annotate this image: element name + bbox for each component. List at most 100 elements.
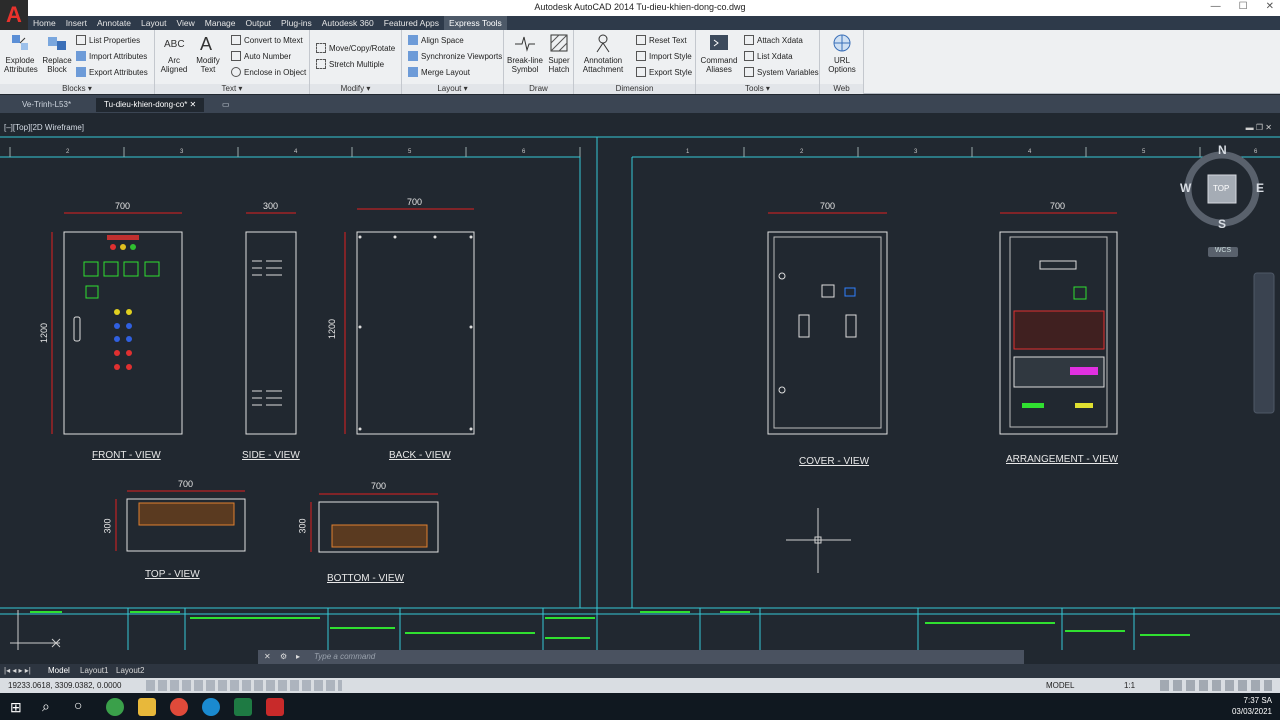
menu-tab-insert[interactable]: Insert <box>61 16 92 30</box>
taskbar-app-icon[interactable] <box>106 698 124 716</box>
command-line[interactable]: ✕ ⚙ ▸ Type a command <box>258 650 1024 664</box>
import-attributes-button[interactable]: Import Attributes <box>76 51 147 61</box>
doc-tab-label: Tu-dieu-khien-dong-co* <box>104 100 188 109</box>
compass-south[interactable]: S <box>1218 217 1226 231</box>
layout-tab-layout2[interactable]: Layout2 <box>116 666 144 675</box>
model-space-toggle[interactable]: MODEL <box>1046 681 1074 690</box>
layout-tab-layout1[interactable]: Layout1 <box>80 666 108 675</box>
stretch-label: Stretch Multiple <box>329 59 385 69</box>
enclose-object-button[interactable]: Enclose in Object <box>231 67 306 77</box>
bottom-view-label: BOTTOM - VIEW <box>327 573 405 584</box>
chrome-icon[interactable] <box>170 698 188 716</box>
panel-label-layout[interactable]: Layout ▾ <box>402 84 503 94</box>
svg-text:A: A <box>200 34 212 54</box>
break-line-symbol-button[interactable]: Break-line Symbol <box>506 32 544 74</box>
file-explorer-icon[interactable] <box>138 698 156 716</box>
panel-text: ABC Arc Aligned A Modify Text Convert to… <box>155 30 310 94</box>
menu-tab-featured-apps[interactable]: Featured Apps <box>379 16 444 30</box>
list-xdata-button[interactable]: List Xdata <box>744 51 793 61</box>
menu-tab-layout[interactable]: Layout <box>136 16 172 30</box>
explode-attributes-button[interactable]: Explode Attributes <box>4 32 38 74</box>
wcs-menu[interactable]: WCS <box>1208 247 1238 257</box>
move-copy-rotate-button[interactable]: Move/Copy/Rotate <box>316 43 395 53</box>
auto-number-button[interactable]: Auto Number <box>231 51 291 61</box>
task-view-icon[interactable]: ○ <box>74 697 82 713</box>
reset-text-button[interactable]: Reset Text <box>636 35 687 45</box>
viewcube-top-face[interactable]: TOP <box>1213 184 1229 193</box>
autocad-taskbar-icon[interactable] <box>266 698 284 716</box>
close-icon[interactable]: ✕ <box>1266 1 1274 12</box>
modify-text-button[interactable]: A Modify Text <box>193 32 223 74</box>
annotation-attachment-button[interactable]: Annotation Attachment <box>578 32 628 74</box>
drafting-toggles[interactable] <box>146 680 342 691</box>
dim-back-width: 700 <box>407 197 423 207</box>
convert-mtext-button[interactable]: Convert to Mtext <box>231 35 303 45</box>
align-space-button[interactable]: Align Space <box>408 35 464 45</box>
panel-label-tools[interactable]: Tools ▾ <box>696 84 819 94</box>
export-attributes-button[interactable]: Export Attributes <box>76 67 148 77</box>
system-variables-icon <box>744 67 754 77</box>
url-options-button[interactable]: URL Options <box>824 32 860 74</box>
close-tab-icon[interactable]: ✕ <box>190 100 197 109</box>
windows-start-icon[interactable]: ⊞ <box>10 699 22 716</box>
merge-layout-button[interactable]: Merge Layout <box>408 67 470 77</box>
export-icon <box>76 67 86 77</box>
super-hatch-label: Super Hatch <box>548 56 570 74</box>
bing-icon[interactable] <box>202 698 220 716</box>
arc-aligned-button[interactable]: ABC Arc Aligned <box>157 32 191 74</box>
minimize-icon[interactable]: — <box>1211 1 1221 12</box>
doc-tab-tu-dieu-khien[interactable]: Tu-dieu-khien-dong-co* ✕ <box>96 98 205 112</box>
menu-tab-annotate[interactable]: Annotate <box>92 16 136 30</box>
wrench-icon[interactable]: ⚙ <box>280 652 287 661</box>
maximize-icon[interactable]: ☐ <box>1239 1 1248 12</box>
attach-xdata-button[interactable]: Attach Xdata <box>744 35 803 45</box>
list-properties-label: List Properties <box>89 35 141 45</box>
dim-cover-width: 700 <box>820 201 836 211</box>
menu-tab-output[interactable]: Output <box>241 16 277 30</box>
autocad-logo-icon[interactable]: A <box>0 0 28 30</box>
import-style-icon <box>636 51 646 61</box>
doc-tab-ve-trinh[interactable]: Ve-Trinh-L53* <box>14 98 79 112</box>
status-tray-icons[interactable] <box>1160 680 1272 691</box>
compass-west[interactable]: W <box>1180 181 1191 195</box>
explode-label: Explode Attributes <box>4 56 38 74</box>
excel-icon[interactable] <box>234 698 252 716</box>
panel-label-text[interactable]: Text ▾ <box>155 84 309 94</box>
merge-layout-label: Merge Layout <box>421 67 470 77</box>
system-variables-button[interactable]: System Variables <box>744 67 819 77</box>
list-properties-button[interactable]: List Properties <box>76 35 140 45</box>
new-tab-button[interactable]: ▭ <box>214 98 238 112</box>
sync-viewports-button[interactable]: Synchronize Viewports <box>408 51 502 61</box>
import-style-button[interactable]: Import Style <box>636 51 692 61</box>
replace-block-button[interactable]: Replace Block <box>40 32 74 74</box>
attach-xdata-icon <box>744 35 754 45</box>
export-style-button[interactable]: Export Style <box>636 67 692 77</box>
attach-xdata-label: Attach Xdata <box>757 35 803 45</box>
panel-label-blocks[interactable]: Blocks ▾ <box>0 84 154 94</box>
coordinates-readout[interactable]: 19233.0618, 3309.0382, 0.0000 <box>8 681 121 690</box>
menu-tab-view[interactable]: View <box>172 16 200 30</box>
compass-north[interactable]: N <box>1218 143 1227 157</box>
menu-tab-express-tools[interactable]: Express Tools <box>444 16 507 30</box>
menu-tab-manage[interactable]: Manage <box>200 16 241 30</box>
menu-tab-home[interactable]: Home <box>28 16 61 30</box>
system-tray-clock[interactable]: 7:37 SA 03/03/2021 <box>1232 695 1272 717</box>
compass-east[interactable]: E <box>1256 181 1264 195</box>
command-input[interactable]: Type a command <box>314 652 375 661</box>
panel-dimension: Annotation Attachment Reset Text Import … <box>574 30 696 94</box>
compass-letters[interactable]: N S W E TOP <box>1176 143 1270 237</box>
layout-tab-model[interactable]: Model <box>48 666 70 675</box>
panel-label-modify[interactable]: Modify ▾ <box>310 84 401 94</box>
annotation-scale[interactable]: 1:1 <box>1124 681 1135 690</box>
command-aliases-button[interactable]: Command Aliases <box>698 32 740 74</box>
list-xdata-label: List Xdata <box>757 51 793 61</box>
search-icon[interactable]: ⌕ <box>42 698 50 715</box>
drawing-canvas[interactable]: [–][Top][2D Wireframe] ▬ ❐ ✕ 2 3 4 5 6 1… <box>0 113 1280 650</box>
menu-tab-autodesk-360[interactable]: Autodesk 360 <box>317 16 379 30</box>
stretch-multiple-button[interactable]: Stretch Multiple <box>316 59 384 69</box>
menu-tab-plug-ins[interactable]: Plug-ins <box>276 16 317 30</box>
window-title: Autodesk AutoCAD 2014 Tu-dieu-khien-dong… <box>534 2 746 12</box>
layout-nav-icon[interactable]: |◂ ◂ ▸ ▸| <box>4 666 31 675</box>
super-hatch-button[interactable]: Super Hatch <box>546 32 572 74</box>
close-cmd-icon[interactable]: ✕ <box>264 652 271 661</box>
